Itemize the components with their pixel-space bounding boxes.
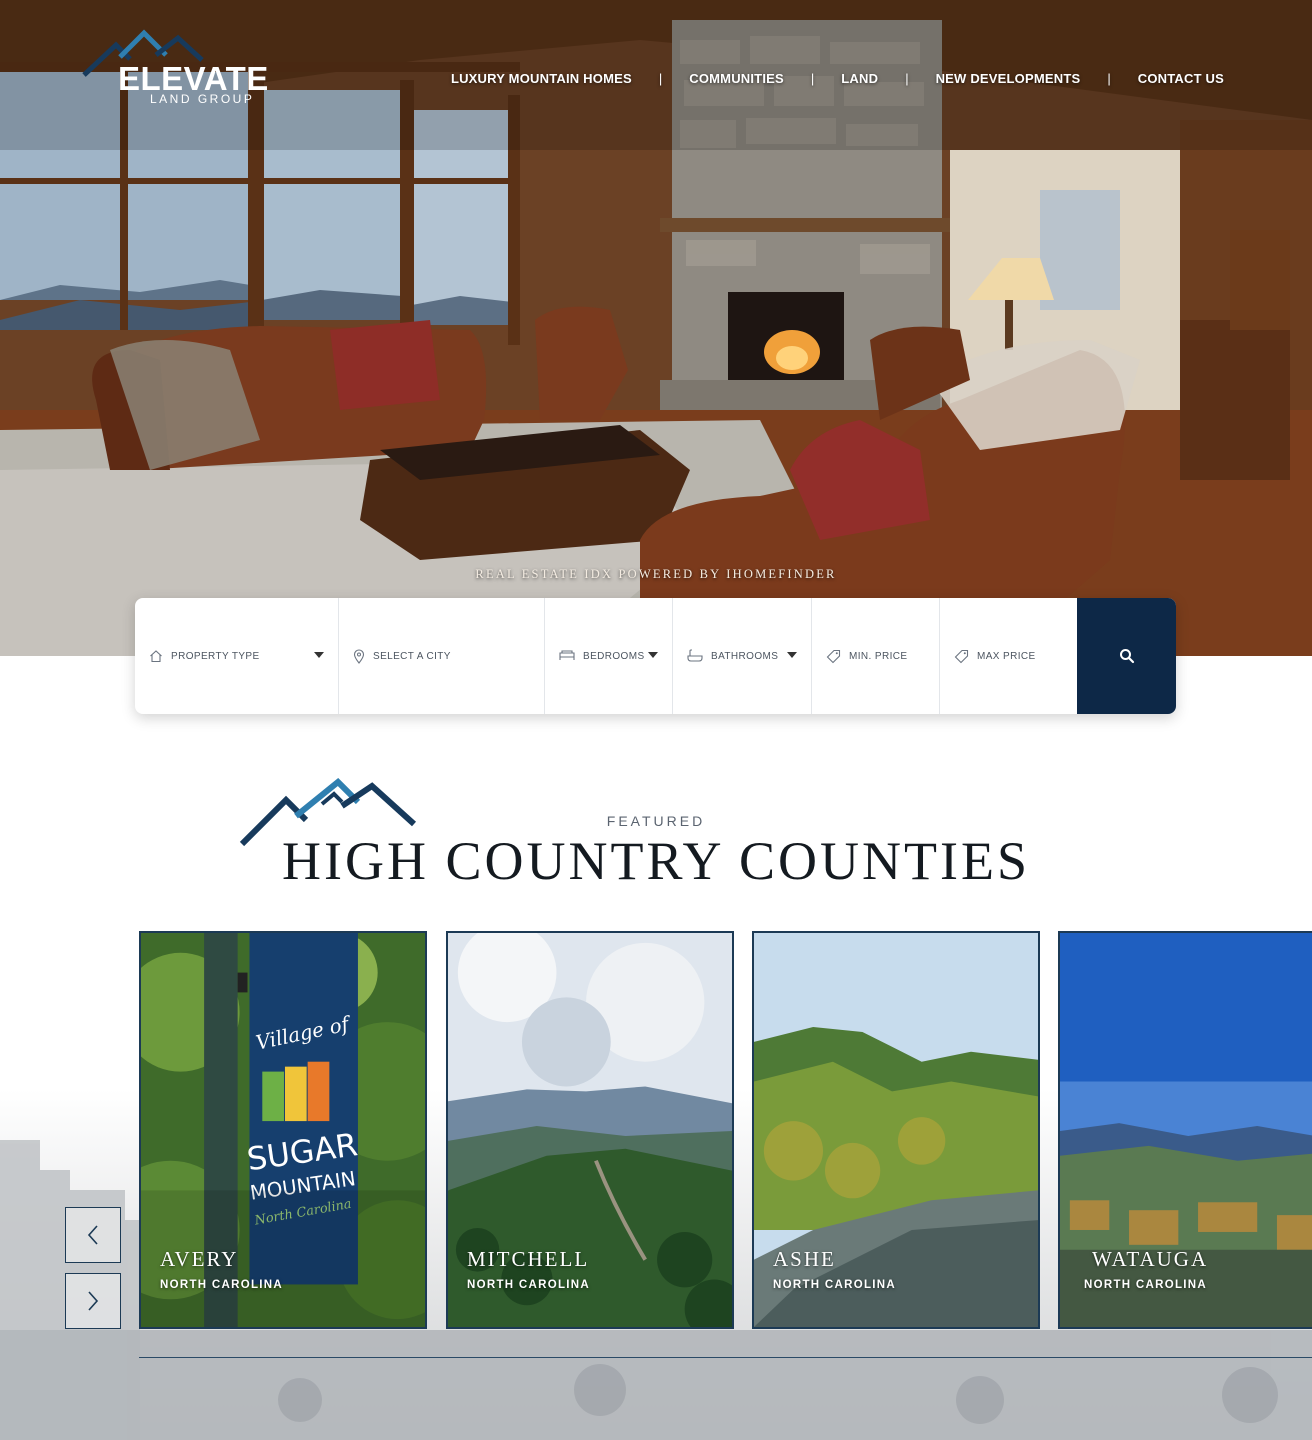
brand-tagline: LAND GROUP [150, 92, 255, 106]
nav-land[interactable]: LAND [841, 71, 878, 86]
county-name: MITCHELL [467, 1247, 590, 1271]
bed-icon [559, 650, 575, 660]
county-name: ASHE [773, 1247, 836, 1271]
chevron-down-icon [314, 652, 324, 658]
county-card-ashe[interactable]: ASHE NORTH CAROLINA [752, 931, 1040, 1329]
county-name: WATAUGA [1092, 1247, 1209, 1271]
county-card-mitchell[interactable]: MITCHELL NORTH CAROLINA [446, 931, 734, 1329]
nav-new-developments[interactable]: NEW DEVELOPMENTS [936, 71, 1081, 86]
bedrooms-select[interactable]: BEDROOMS [545, 598, 673, 714]
nav-luxury-mountain-homes[interactable]: LUXURY MOUNTAIN HOMES [451, 71, 632, 86]
city-select[interactable]: SELECT A CITY [339, 598, 545, 714]
property-search-bar: PROPERTY TYPE SELECT A CITY BEDROOMS BAT… [135, 598, 1176, 714]
price-tag-icon [954, 649, 969, 663]
nav-communities[interactable]: COMMUNITIES [689, 71, 784, 86]
max-price-placeholder: MAX PRICE [977, 650, 1036, 662]
city-label: SELECT A CITY [373, 650, 451, 662]
nav-separator: | [658, 71, 663, 86]
price-tag-icon [826, 649, 841, 663]
search-icon [1119, 649, 1134, 664]
home-icon [150, 650, 162, 663]
chevron-left-icon [87, 1225, 98, 1245]
county-state: NORTH CAROLINA [160, 1279, 283, 1291]
county-carousel: Village of SUGAR MOUNTAIN North Carolina… [139, 931, 1312, 1329]
county-state: NORTH CAROLINA [773, 1279, 896, 1291]
county-card-avery[interactable]: Village of SUGAR MOUNTAIN North Carolina… [139, 931, 427, 1329]
nav-separator: | [810, 71, 815, 86]
carousel-prev-button[interactable] [65, 1207, 121, 1263]
max-price-input[interactable]: MAX PRICE [940, 598, 1077, 714]
featured-title: HIGH COUNTRY COUNTIES [282, 831, 1030, 891]
chevron-down-icon [787, 652, 797, 658]
nav-separator: | [905, 71, 909, 86]
property-type-label: PROPERTY TYPE [171, 650, 260, 662]
nav-separator: | [1107, 71, 1111, 86]
featured-label: FEATURED [606, 813, 706, 829]
county-card-watauga[interactable]: WATAUGA NORTH CAROLINA [1058, 931, 1312, 1329]
bathrooms-select[interactable]: BATHROOMS [673, 598, 812, 714]
search-button[interactable] [1077, 598, 1176, 714]
idx-credit[interactable]: REAL ESTATE IDX POWERED BY IHOMEFINDER [0, 567, 1312, 582]
map-pin-icon [353, 648, 365, 664]
min-price-input[interactable]: MIN. PRICE [812, 598, 940, 714]
bathtub-icon [687, 649, 703, 662]
county-state: NORTH CAROLINA [1084, 1279, 1207, 1291]
bedrooms-label: BEDROOMS [583, 650, 645, 662]
section-divider [139, 1357, 1312, 1358]
chevron-right-icon [88, 1291, 99, 1311]
county-state: NORTH CAROLINA [467, 1279, 590, 1291]
brand-name: ELEVATE [118, 60, 269, 97]
property-type-select[interactable]: PROPERTY TYPE [135, 598, 339, 714]
nav-contact-us[interactable]: CONTACT US [1138, 71, 1224, 86]
min-price-placeholder: MIN. PRICE [849, 650, 908, 662]
hero-banner: ELEVATE LAND GROUP LUXURY MOUNTAIN HOMES… [0, 0, 1312, 656]
carousel-next-button[interactable] [65, 1273, 121, 1329]
main-nav: LUXURY MOUNTAIN HOMES | COMMUNITIES | LA… [451, 71, 1224, 86]
county-name: AVERY [160, 1247, 239, 1271]
brand-logo[interactable]: ELEVATE LAND GROUP [80, 28, 310, 108]
chevron-down-icon [648, 652, 658, 658]
bathrooms-label: BATHROOMS [711, 650, 779, 662]
